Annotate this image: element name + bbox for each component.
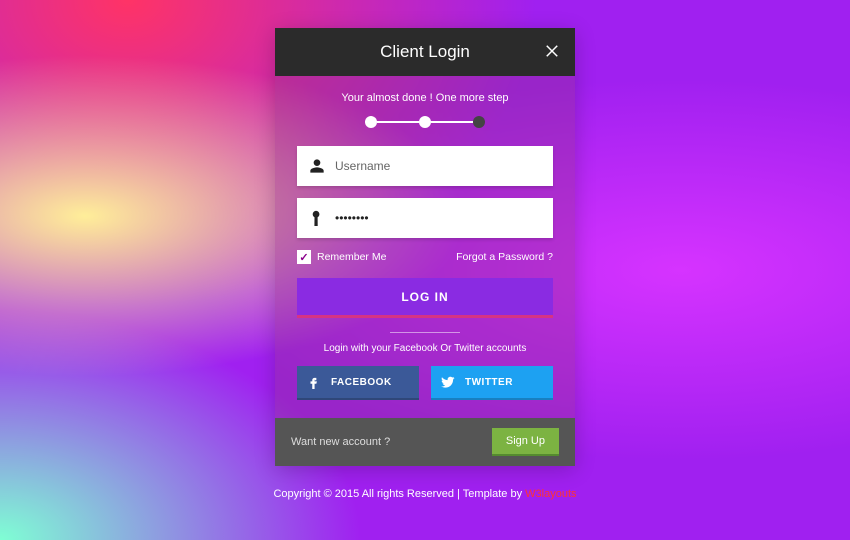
user-icon xyxy=(309,158,325,174)
login-button[interactable]: LOG IN xyxy=(297,278,553,318)
facebook-label: FACEBOOK xyxy=(331,377,392,388)
step-indicator xyxy=(297,116,553,128)
footer-prompt: Want new account ? xyxy=(291,436,390,448)
remember-checkbox[interactable]: ✓ Remember Me xyxy=(297,250,386,264)
options-row: ✓ Remember Me Forgot a Password ? xyxy=(297,250,553,264)
password-input[interactable] xyxy=(335,211,541,225)
card-header: Client Login xyxy=(275,28,575,76)
facebook-icon xyxy=(307,375,321,389)
username-field-wrapper[interactable] xyxy=(297,146,553,186)
facebook-button[interactable]: FACEBOOK xyxy=(297,366,419,400)
divider xyxy=(390,332,460,333)
twitter-icon xyxy=(441,375,455,389)
step-line xyxy=(377,121,419,123)
remember-label: Remember Me xyxy=(317,251,386,263)
social-buttons: FACEBOOK TWITTER xyxy=(297,366,553,400)
copyright: Copyright © 2015 All rights Reserved | T… xyxy=(273,488,576,500)
step-dot xyxy=(419,116,431,128)
card-title: Client Login xyxy=(380,42,470,62)
username-input[interactable] xyxy=(335,159,541,173)
copyright-text: Copyright © 2015 All rights Reserved | T… xyxy=(273,488,525,500)
step-dot xyxy=(473,116,485,128)
signup-button[interactable]: Sign Up xyxy=(492,428,559,456)
social-text: Login with your Facebook Or Twitter acco… xyxy=(297,343,553,354)
close-button[interactable] xyxy=(543,42,561,65)
twitter-label: TWITTER xyxy=(465,377,513,388)
login-card: Client Login Your almost done ! One more… xyxy=(275,28,575,466)
subtitle-text: Your almost done ! One more step xyxy=(297,92,553,104)
close-icon xyxy=(543,42,561,60)
card-footer: Want new account ? Sign Up xyxy=(275,418,575,466)
checkmark-icon: ✓ xyxy=(297,250,311,264)
step-line xyxy=(431,121,473,123)
password-field-wrapper[interactable] xyxy=(297,198,553,238)
copyright-link[interactable]: W3layouts xyxy=(525,488,576,500)
twitter-button[interactable]: TWITTER xyxy=(431,366,553,400)
key-icon xyxy=(309,210,325,226)
step-dot xyxy=(365,116,377,128)
card-body: Your almost done ! One more step ✓ Remem… xyxy=(275,76,575,418)
forgot-password-link[interactable]: Forgot a Password ? xyxy=(456,251,553,263)
